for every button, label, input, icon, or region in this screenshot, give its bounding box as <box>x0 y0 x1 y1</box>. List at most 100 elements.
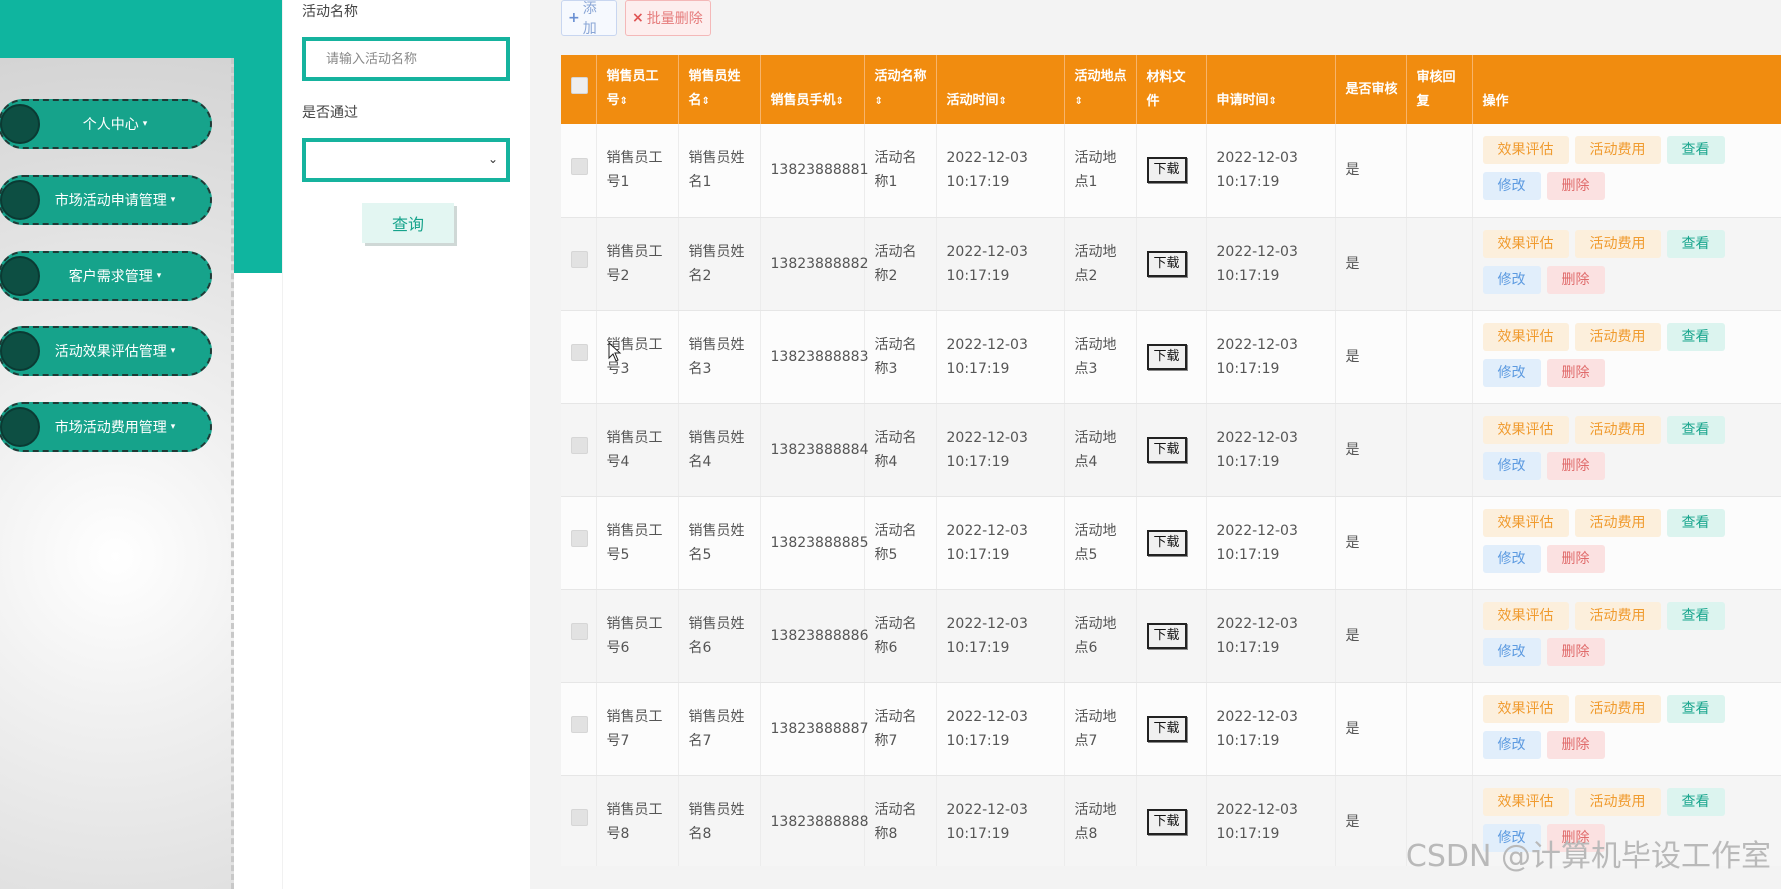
table-row: 销售员工号5 销售员姓名5 13823888885 活动名称5 2022-12-03 1… <box>561 496 1781 590</box>
download-button[interactable]: 下载 <box>1146 715 1187 742</box>
batch-delete-button[interactable]: × 批量删除 <box>625 0 711 36</box>
download-button[interactable]: 下载 <box>1146 250 1187 277</box>
menu-dot-icon <box>0 407 40 447</box>
view-button[interactable]: 查看 <box>1666 508 1725 537</box>
edit-button[interactable]: 修改 <box>1482 172 1541 201</box>
effect-evaluation-button[interactable]: 效果评估 <box>1482 322 1569 351</box>
activity-cost-button[interactable]: 活动费用 <box>1574 508 1661 537</box>
sort-icon[interactable]: ⇕ <box>1075 96 1083 107</box>
header-phone[interactable]: 销售员手机⇕ <box>760 55 865 124</box>
sort-icon[interactable]: ⇕ <box>836 96 844 107</box>
edit-button[interactable]: 修改 <box>1482 730 1541 759</box>
activity-cost-button[interactable]: 活动费用 <box>1574 415 1661 444</box>
effect-evaluation-button[interactable]: 效果评估 <box>1482 694 1569 723</box>
download-button[interactable]: 下载 <box>1146 622 1187 649</box>
cell-activity-name: 活动名称7 <box>864 682 937 776</box>
sort-icon[interactable]: ⇕ <box>875 96 883 107</box>
effect-evaluation-button[interactable]: 效果评估 <box>1482 136 1569 165</box>
cell-emp-name: 销售员姓名2 <box>678 217 761 311</box>
cell-activity-name: 活动名称5 <box>864 496 937 590</box>
delete-button[interactable]: 删除 <box>1546 637 1605 666</box>
select-all-cell <box>561 55 597 124</box>
edit-button[interactable]: 修改 <box>1482 358 1541 387</box>
activity-cost-button[interactable]: 活动费用 <box>1574 229 1661 258</box>
add-button[interactable]: + 添加 <box>561 0 617 37</box>
cell-phone: 13823888881 <box>760 124 868 218</box>
data-table: 销售员工号⇕ 销售员姓名⇕ 销售员手机⇕ 活动名称⇕ 活动时间⇕ 活动地点⇕ 材… <box>561 55 1781 866</box>
cell-emp-no: 销售员工号5 <box>596 496 679 590</box>
row-checkbox[interactable] <box>571 623 588 640</box>
view-button[interactable]: 查看 <box>1666 136 1725 165</box>
row-checkbox[interactable] <box>571 251 588 268</box>
sidebar-item-effect-evaluation[interactable]: 活动效果评估管理 ▾ <box>0 326 212 376</box>
download-button[interactable]: 下载 <box>1146 343 1187 370</box>
activity-cost-button[interactable]: 活动费用 <box>1574 136 1661 165</box>
download-button[interactable]: 下载 <box>1146 529 1187 556</box>
effect-evaluation-button[interactable]: 效果评估 <box>1482 415 1569 444</box>
header-label: 操作 <box>1482 94 1509 109</box>
query-button[interactable]: 查询 <box>362 203 454 243</box>
activity-cost-button[interactable]: 活动费用 <box>1574 322 1661 351</box>
header-audit-reply: 审核回复 <box>1406 55 1473 124</box>
edit-button[interactable]: 修改 <box>1482 265 1541 294</box>
row-checkbox[interactable] <box>571 716 588 733</box>
activity-cost-button[interactable]: 活动费用 <box>1574 694 1661 723</box>
effect-evaluation-button[interactable]: 效果评估 <box>1482 787 1569 816</box>
effect-evaluation-button[interactable]: 效果评估 <box>1482 508 1569 537</box>
view-button[interactable]: 查看 <box>1666 694 1725 723</box>
header-activity-name[interactable]: 活动名称 ⇕ <box>864 55 937 124</box>
download-button[interactable]: 下载 <box>1146 436 1187 463</box>
sort-icon[interactable]: ⇕ <box>702 96 710 107</box>
row-checkbox[interactable] <box>571 157 588 175</box>
select-all-checkbox[interactable] <box>571 76 588 94</box>
delete-button[interactable]: 删除 <box>1546 172 1605 201</box>
delete-button[interactable]: 删除 <box>1546 544 1605 573</box>
delete-button[interactable]: 删除 <box>1546 730 1605 759</box>
activity-name-input[interactable] <box>302 37 510 81</box>
edit-button[interactable]: 修改 <box>1482 637 1541 666</box>
activity-cost-button[interactable]: 活动费用 <box>1574 601 1661 630</box>
close-icon: × <box>632 10 644 26</box>
view-button[interactable]: 查看 <box>1666 415 1725 444</box>
download-button[interactable]: 下载 <box>1146 808 1187 835</box>
edit-button[interactable]: 修改 <box>1482 451 1541 480</box>
pass-status-select[interactable]: ⌄ <box>302 138 510 182</box>
effect-evaluation-button[interactable]: 效果评估 <box>1482 229 1569 258</box>
cell-apply-time: 2022-12-03 10:17:19 <box>1206 589 1336 683</box>
sidebar-item-activity-application[interactable]: 市场活动申请管理 ▾ <box>0 175 212 225</box>
view-button[interactable]: 查看 <box>1666 229 1725 258</box>
effect-evaluation-button[interactable]: 效果评估 <box>1482 601 1569 630</box>
row-checkbox[interactable] <box>571 344 588 361</box>
cell-material-file: 下载 <box>1136 124 1207 218</box>
row-checkbox[interactable] <box>571 530 588 547</box>
sidebar-item-customer-demand[interactable]: 客户需求管理 ▾ <box>0 251 212 301</box>
row-select-cell <box>561 403 597 497</box>
row-checkbox[interactable] <box>571 809 588 826</box>
delete-button[interactable]: 删除 <box>1546 451 1605 480</box>
view-button[interactable]: 查看 <box>1666 787 1725 816</box>
sort-icon[interactable]: ⇕ <box>620 96 628 107</box>
header-apply-time[interactable]: 申请时间⇕ <box>1206 55 1336 124</box>
cell-material-file: 下载 <box>1136 589 1207 683</box>
cell-activity-name: 活动名称8 <box>864 775 937 866</box>
cell-material-file: 下载 <box>1136 496 1207 590</box>
header-emp-name[interactable]: 销售员姓名⇕ <box>678 55 761 124</box>
edit-button[interactable]: 修改 <box>1482 544 1541 573</box>
download-button[interactable]: 下载 <box>1146 157 1187 184</box>
sidebar-item-label: 市场活动费用管理 <box>54 420 167 436</box>
header-activity-time[interactable]: 活动时间⇕ <box>936 55 1065 124</box>
activity-cost-button[interactable]: 活动费用 <box>1574 787 1661 816</box>
header-emp-no[interactable]: 销售员工号⇕ <box>596 55 679 124</box>
sidebar-item-activity-cost[interactable]: 市场活动费用管理 ▾ <box>0 402 212 452</box>
sort-icon[interactable]: ⇕ <box>999 96 1007 107</box>
header-activity-place[interactable]: 活动地点 ⇕ <box>1064 55 1137 124</box>
cell-emp-no: 销售员工号7 <box>596 682 679 776</box>
delete-button[interactable]: 删除 <box>1546 358 1605 387</box>
sidebar-item-personal-center[interactable]: 个人中心 ▾ <box>0 99 212 149</box>
sort-icon[interactable]: ⇕ <box>1269 96 1277 107</box>
row-checkbox[interactable] <box>571 437 588 454</box>
view-button[interactable]: 查看 <box>1666 322 1725 351</box>
cell-actions: 效果评估 活动费用 查看修改 删除 <box>1472 496 1781 590</box>
delete-button[interactable]: 删除 <box>1546 265 1605 294</box>
view-button[interactable]: 查看 <box>1666 601 1725 630</box>
